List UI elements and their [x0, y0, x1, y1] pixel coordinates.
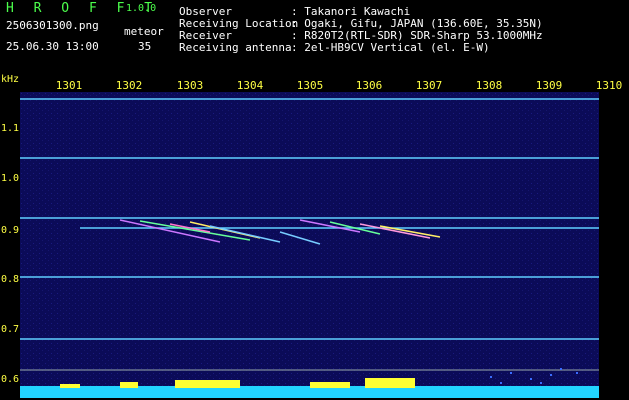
x-tick-1302: 1302	[115, 79, 143, 92]
info-value-antenna: : 2el-HB9CV Vertical (el. E-W)	[291, 41, 490, 54]
spectrogram	[20, 92, 599, 398]
y-tick-0.9: 0.9	[1, 225, 20, 236]
meteor-count: 35	[138, 40, 152, 53]
x-tick-1306: 1306	[355, 79, 383, 92]
y-tick-0.8: 0.8	[1, 274, 20, 285]
file-name: 2506301300.png	[6, 19, 99, 32]
spectrogram-background	[20, 92, 599, 398]
category-label: meteor	[124, 25, 164, 38]
x-tick-1309: 1309	[535, 79, 563, 92]
info-label-antenna: Receiving antenna	[179, 41, 292, 54]
x-tick-1305: 1305	[296, 79, 324, 92]
y-tick-0.7: 0.7	[1, 324, 20, 335]
x-tick-1307: 1307	[415, 79, 443, 92]
x-tick-1308: 1308	[475, 79, 503, 92]
y-axis-unit: kHz	[1, 74, 20, 85]
noise-floor	[20, 386, 599, 398]
x-tick-1310: 1310	[595, 79, 623, 92]
datetime: 25.06.30 13:00	[6, 40, 99, 53]
x-tick-1304: 1304	[236, 79, 264, 92]
y-tick-0.6: 0.6	[1, 374, 20, 385]
y-tick-1.0: 1.0	[1, 173, 20, 184]
y-tick-1.1: 1.1	[1, 123, 20, 134]
app-version: 1.0.0	[126, 3, 157, 14]
x-tick-1303: 1303	[176, 79, 204, 92]
x-tick-1301: 1301	[55, 79, 83, 92]
